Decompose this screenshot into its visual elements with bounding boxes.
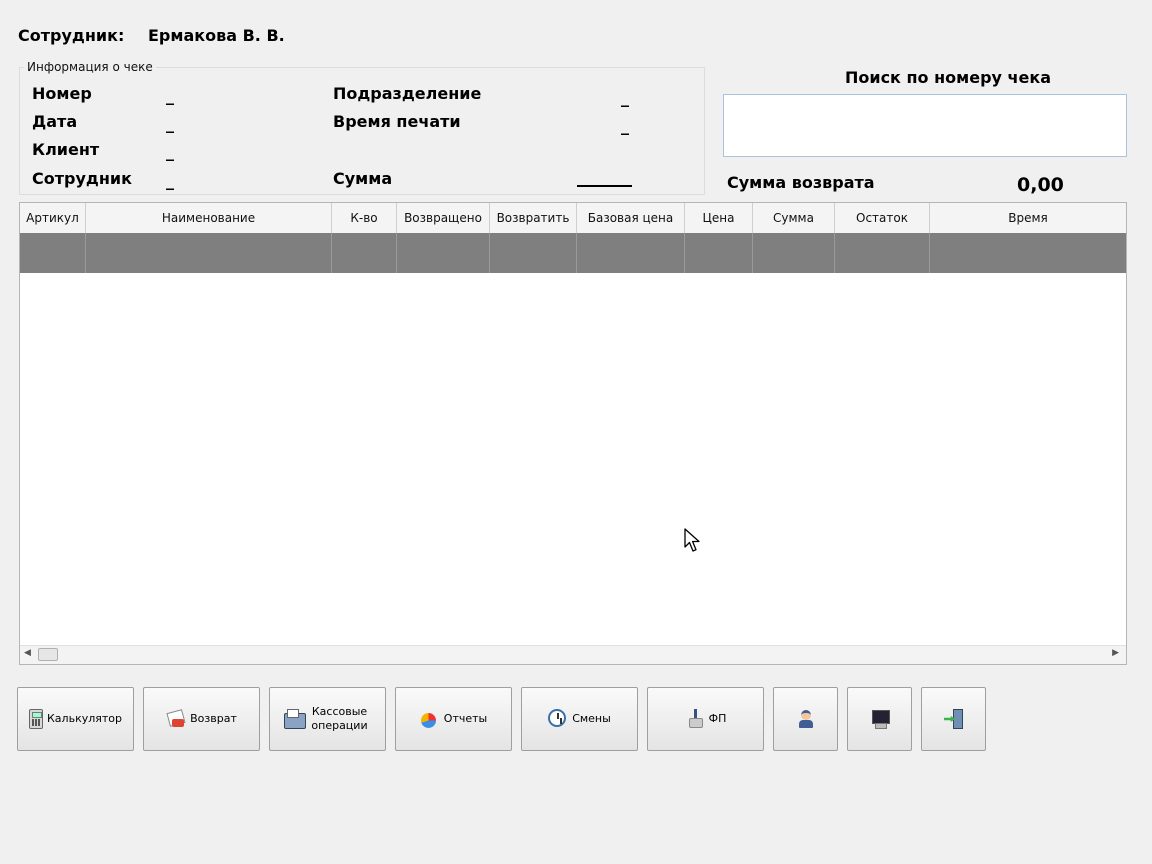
refund-button[interactable]: Возврат bbox=[143, 687, 260, 751]
employee-label: Сотрудник: bbox=[18, 26, 125, 45]
employee-name: Ермакова В. В. bbox=[148, 26, 285, 45]
fiscal-printer-button-label: ФП bbox=[708, 712, 727, 725]
column-header-price[interactable]: Цена bbox=[685, 203, 753, 233]
table-header: Артикул Наименование К-во Возвращено Воз… bbox=[20, 203, 1126, 234]
receipt-info-title: Информация о чеке bbox=[24, 60, 156, 74]
sum-label: Сумма bbox=[333, 169, 393, 188]
table-cell[interactable] bbox=[20, 233, 86, 273]
exit-icon bbox=[944, 709, 964, 729]
shifts-button-label: Смены bbox=[572, 712, 611, 725]
column-header-to-return[interactable]: Возвратить bbox=[490, 203, 577, 233]
table-cell[interactable] bbox=[397, 233, 490, 273]
receipt-employee-label: Сотрудник bbox=[32, 169, 132, 188]
calculator-button[interactable]: Калькулятор bbox=[17, 687, 134, 751]
column-header-remainder[interactable]: Остаток bbox=[835, 203, 930, 233]
receipt-date-label: Дата bbox=[32, 112, 78, 131]
reports-icon bbox=[420, 709, 440, 729]
exit-button[interactable] bbox=[921, 687, 986, 751]
search-title: Поиск по номеру чека bbox=[844, 68, 1052, 87]
cash-register-icon bbox=[283, 709, 306, 729]
column-header-returned[interactable]: Возвращено bbox=[397, 203, 490, 233]
department-value: _ bbox=[621, 88, 629, 107]
refund-sum-label: Сумма возврата bbox=[727, 173, 875, 192]
receipt-items-table[interactable]: Артикул Наименование К-во Возвращено Воз… bbox=[19, 202, 1127, 665]
scroll-thumb[interactable] bbox=[38, 648, 58, 661]
column-header-name[interactable]: Наименование bbox=[86, 203, 332, 233]
receipt-date-value: _ bbox=[166, 114, 174, 133]
mouse-cursor-icon bbox=[684, 528, 700, 552]
calculator-button-label: Калькулятор bbox=[47, 712, 122, 725]
refund-button-label: Возврат bbox=[190, 712, 237, 725]
sum-value-line bbox=[577, 185, 632, 187]
scroll-right-arrow-icon[interactable]: ▶ bbox=[1112, 648, 1119, 658]
table-cell[interactable] bbox=[685, 233, 753, 273]
reports-button-label: Отчеты bbox=[443, 712, 488, 725]
table-cell[interactable] bbox=[930, 233, 1126, 273]
reports-button[interactable]: Отчеты bbox=[395, 687, 512, 751]
table-cell[interactable] bbox=[332, 233, 397, 273]
column-header-quantity[interactable]: К-во bbox=[332, 203, 397, 233]
table-cell[interactable] bbox=[86, 233, 332, 273]
clock-icon bbox=[548, 709, 568, 729]
refund-icon bbox=[166, 709, 186, 729]
print-time-label: Время печати bbox=[333, 112, 461, 131]
receipt-number-label: Номер bbox=[32, 84, 92, 103]
receipt-client-value: _ bbox=[166, 142, 174, 161]
table-cell[interactable] bbox=[835, 233, 930, 273]
print-time-value: _ bbox=[621, 116, 629, 135]
column-header-article[interactable]: Артикул bbox=[20, 203, 86, 233]
table-cell[interactable] bbox=[753, 233, 835, 273]
fiscal-printer-icon bbox=[685, 709, 705, 729]
column-header-sum[interactable]: Сумма bbox=[753, 203, 835, 233]
shifts-button[interactable]: Смены bbox=[521, 687, 638, 751]
table-row[interactable] bbox=[20, 233, 1126, 273]
fiscal-printer-button[interactable]: ФП bbox=[647, 687, 764, 751]
column-header-time[interactable]: Время bbox=[930, 203, 1126, 233]
table-cell[interactable] bbox=[577, 233, 685, 273]
cash-operations-button-label: Кассовые операции bbox=[311, 705, 368, 732]
scroll-left-arrow-icon[interactable]: ◀ bbox=[24, 648, 31, 658]
column-header-base-price[interactable]: Базовая цена bbox=[577, 203, 685, 233]
receipt-employee-value: _ bbox=[166, 171, 174, 190]
receipt-client-label: Клиент bbox=[32, 140, 100, 159]
table-cell[interactable] bbox=[490, 233, 577, 273]
computer-icon bbox=[870, 709, 890, 729]
cash-operations-button[interactable]: Кассовые операции bbox=[269, 687, 386, 751]
user-button[interactable] bbox=[773, 687, 838, 751]
refund-sum-value: 0,00 bbox=[1017, 174, 1064, 196]
user-icon bbox=[796, 709, 816, 729]
receipt-number-value: _ bbox=[166, 86, 174, 105]
horizontal-scrollbar[interactable]: ◀ ▶ bbox=[20, 645, 1126, 664]
calculator-icon bbox=[29, 709, 43, 729]
computer-button[interactable] bbox=[847, 687, 912, 751]
department-label: Подразделение bbox=[333, 84, 482, 103]
receipt-search-input[interactable] bbox=[723, 94, 1127, 157]
